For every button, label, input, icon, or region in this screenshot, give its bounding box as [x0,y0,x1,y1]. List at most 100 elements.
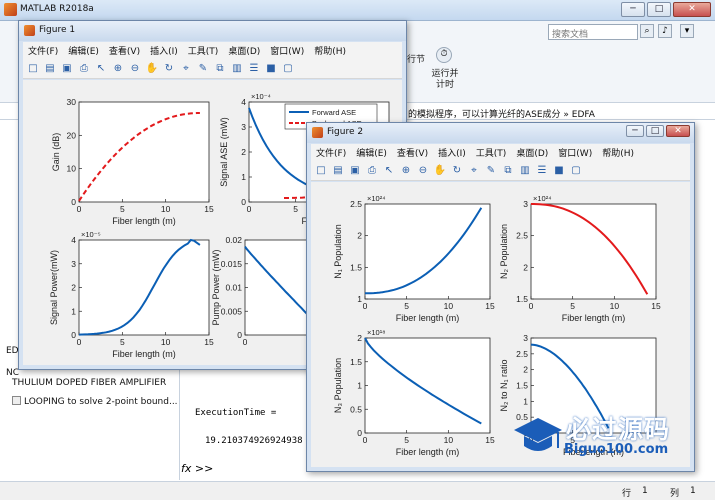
figure-1-titlebar[interactable]: Figure 1 [19,21,406,41]
rotate-icon[interactable]: ↻ [162,62,176,76]
list-item[interactable]: LOOPING to solve 2-point bound... [12,396,178,407]
save-icon[interactable]: ▣ [60,62,74,76]
x-tick-label: 0 [77,337,82,347]
axes[interactable]: 0 5 10 15 0 0.5 1 1.5 2 ×10¹⁸ Fiber length (m) N₃ P… [333,328,495,457]
x-tick-label: 15 [485,435,495,445]
menu-view[interactable]: 查看(V) [397,146,428,159]
list-item[interactable]: THULIUM DOPED FIBER AMPLIFIER [12,378,166,388]
menu-edit[interactable]: 编辑(E) [356,146,387,159]
x-tick-label: 5 [120,204,125,214]
zoom-in-icon[interactable]: ⊕ [399,164,413,178]
bell-icon[interactable]: ♪ [658,24,672,38]
menu-tools[interactable]: 工具(T) [476,146,507,159]
menu-insert[interactable]: 插入(I) [150,44,178,57]
main-titlebar: MATLAB R2018a ─ □ ✕ [0,0,715,21]
save-icon[interactable]: ▣ [348,164,362,178]
menu-edit[interactable]: 编辑(E) [68,44,99,57]
pan-icon[interactable]: ✋ [145,62,159,76]
search-icon[interactable]: ⌕ [640,24,654,38]
run-and-time-icon[interactable]: ⏱ [436,47,452,63]
x-tick-label: 10 [444,301,454,311]
rotate-icon[interactable]: ↻ [450,164,464,178]
search-input[interactable]: 搜索文档 [548,24,638,40]
matlab-logo-icon [4,3,17,16]
axes[interactable]: 0 5 10 15 0 10 20 30 Fiber length (m) Gain (dB) [51,97,214,226]
show-tools-icon[interactable]: ▢ [569,164,583,178]
maximize-button[interactable]: □ [646,125,664,137]
menu-file[interactable]: 文件(F) [28,44,58,57]
expand-icon[interactable]: ▾ [680,24,694,38]
y-tick-label: 1.5 [350,262,362,272]
menu-desktop[interactable]: 桌面(D) [228,44,260,57]
pointer-icon[interactable]: ↖ [382,164,396,178]
x-tick-label: 15 [204,337,214,347]
pointer-icon[interactable]: ↖ [94,62,108,76]
show-tools-icon[interactable]: ▢ [281,62,295,76]
run-and-time-button[interactable]: 运行并 计时 [428,69,462,91]
y-axis-label: Gain (dB) [51,133,61,172]
axes[interactable]: 0 5 10 15 0 1 2 3 4 ×10⁻⁵ Fiber length (m) Signal P… [49,230,214,359]
minimize-button[interactable]: ─ [621,2,645,17]
cmd-prompt[interactable]: fx >> [181,462,213,475]
y-tick-label: 2 [357,333,362,343]
y-tick-label: 2 [357,231,362,241]
y-tick-label: 2 [523,365,528,375]
figure-2-titlebar[interactable]: Figure 2 ─ □ ✕ [307,123,694,143]
status-line-label: 行 [622,489,632,499]
menu-insert[interactable]: 插入(I) [438,146,466,159]
zoom-out-icon[interactable]: ⊖ [128,62,142,76]
menu-desktop[interactable]: 桌面(D) [516,146,548,159]
data-cursor-icon[interactable]: ⌖ [467,164,481,178]
x-tick-label: 10 [161,337,171,347]
y-tick-label: 0.5 [350,404,362,414]
menu-file[interactable]: 文件(F) [316,146,346,159]
x-axis-label: Fiber length (m) [562,313,626,323]
new-figure-icon[interactable]: □ [26,62,40,76]
pan-icon[interactable]: ✋ [433,164,447,178]
open-icon[interactable]: ▤ [43,62,57,76]
legend-icon[interactable]: ☰ [535,164,549,178]
current-folder-path[interactable]: 的模拟程序，可以计算光纤的ASE成分 » EDFA [408,107,595,120]
menu-window[interactable]: 窗口(W) [558,146,592,159]
menu-window[interactable]: 窗口(W) [270,44,304,57]
file-icon [12,396,21,405]
hide-tools-icon[interactable]: ■ [264,62,278,76]
open-icon[interactable]: ▤ [331,164,345,178]
x-tick-label: 0 [529,301,534,311]
link-icon[interactable]: ⧉ [213,62,227,76]
hide-tools-icon[interactable]: ■ [552,164,566,178]
brush-icon[interactable]: ✎ [196,62,210,76]
panel-header: ED [6,346,19,356]
colorbar-icon[interactable]: ▥ [518,164,532,178]
main-window-title: MATLAB R2018a [20,4,94,14]
minimize-button[interactable]: ─ [626,125,644,137]
menu-help[interactable]: 帮助(H) [314,44,346,57]
x-tick-label: 15 [651,301,661,311]
data-cursor-icon[interactable]: ⌖ [179,62,193,76]
new-figure-icon[interactable]: □ [314,164,328,178]
run-section-label[interactable]: 行节 [407,55,425,66]
close-button[interactable]: ✕ [666,125,690,137]
y-tick-label: 0.005 [221,306,243,316]
y-tick-label: 30 [67,97,77,107]
menu-tools[interactable]: 工具(T) [188,44,219,57]
link-icon[interactable]: ⧉ [501,164,515,178]
zoom-in-icon[interactable]: ⊕ [111,62,125,76]
axis-exponent: ×10⁻⁴ [251,92,271,101]
axis-exponent: ×10²⁴ [367,194,385,203]
axes[interactable]: 0 5 10 15 1.5 2 2.5 3 ×10²⁴ Fiber length (m) N₂ Po… [499,194,661,323]
close-button[interactable]: ✕ [673,2,711,17]
axes[interactable]: 0 5 10 15 1 1.5 2 2.5 ×10²⁴ Fiber length (m) N₁ Po… [333,194,495,323]
y-tick-label: 3 [523,333,528,343]
maximize-button[interactable]: □ [647,2,671,17]
y-tick-label: 0 [357,428,362,438]
watermark-logo: 必过源码 Biguo100.com [512,408,712,468]
print-icon[interactable]: ⎙ [365,164,379,178]
menu-view[interactable]: 查看(V) [109,44,140,57]
brush-icon[interactable]: ✎ [484,164,498,178]
menu-help[interactable]: 帮助(H) [602,146,634,159]
zoom-out-icon[interactable]: ⊖ [416,164,430,178]
legend-icon[interactable]: ☰ [247,62,261,76]
print-icon[interactable]: ⎙ [77,62,91,76]
colorbar-icon[interactable]: ▥ [230,62,244,76]
